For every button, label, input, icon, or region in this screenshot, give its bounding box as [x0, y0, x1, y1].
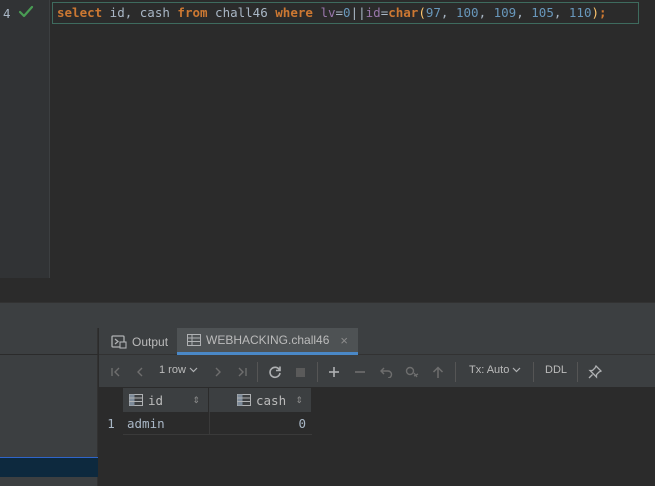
row-number[interactable]: 1: [99, 412, 123, 435]
sort-icon[interactable]: ⇕: [295, 395, 303, 406]
tab-output[interactable]: Output: [111, 328, 168, 355]
pin-icon[interactable]: [587, 363, 603, 381]
tab-output-label: Output: [132, 334, 169, 349]
code-op: ||: [350, 5, 366, 20]
cell-id[interactable]: admin: [123, 412, 209, 435]
editor-gutter: 4: [0, 0, 50, 278]
last-page-icon[interactable]: [235, 363, 249, 381]
delete-row-icon[interactable]: [353, 363, 367, 381]
column-header-id[interactable]: id ⇕: [123, 388, 209, 412]
prev-page-icon[interactable]: [133, 363, 147, 381]
results-tabs: Output WEBHACKING.chall46 ×: [99, 328, 655, 355]
results-toolbar: 1 row Tx: Auto DDL: [99, 355, 655, 388]
table-icon: [187, 334, 201, 346]
add-row-icon[interactable]: [327, 363, 341, 381]
toolbar-separator: [317, 362, 318, 382]
cell-cash[interactable]: 0: [210, 412, 312, 435]
num-literal: 0: [343, 5, 351, 20]
sql-statement[interactable]: select id, cash from chall46 where lv=0|…: [57, 5, 607, 20]
num-literal: 110: [568, 5, 592, 20]
submit-icon[interactable]: [431, 363, 445, 381]
tab-table-result[interactable]: WEBHACKING.chall46 ×: [177, 328, 358, 355]
num-literal: 109: [493, 5, 517, 20]
editor-bottom-strip: [0, 278, 655, 302]
revert-icon[interactable]: [379, 363, 393, 381]
ddl-button[interactable]: DDL: [545, 364, 567, 376]
toolbar-separator: [455, 362, 456, 382]
kw-from: from: [177, 5, 208, 20]
services-selected-item[interactable]: [0, 457, 98, 477]
code-text: ,: [553, 5, 569, 20]
stop-icon[interactable]: [293, 363, 307, 381]
column-header-label: cash: [256, 392, 287, 408]
line-number: 4: [3, 6, 11, 21]
ddl-label: DDL: [545, 364, 568, 376]
code-text: id, cash: [102, 5, 178, 20]
toolbar-separator: [257, 362, 258, 382]
services-header-separator: [0, 354, 98, 355]
rows-selector[interactable]: 1 row: [159, 364, 198, 376]
services-panel: [0, 328, 98, 486]
paren-open: (: [418, 5, 426, 20]
code-text: ,: [440, 5, 456, 20]
chevron-down-icon: [512, 367, 521, 373]
first-page-icon[interactable]: [109, 363, 123, 381]
semicolon: ;: [599, 5, 607, 20]
code-text: ,: [478, 5, 494, 20]
sql-editor[interactable]: 4 select id, cash from chall46 where lv=…: [0, 0, 655, 278]
current-line[interactable]: select id, cash from chall46 where lv=0|…: [52, 2, 639, 24]
tab-table-label: WEBHACKING.chall46: [206, 333, 330, 347]
rows-label: 1 row: [159, 364, 186, 376]
code-text: ,: [516, 5, 532, 20]
panel-divider[interactable]: [0, 302, 655, 328]
next-page-icon[interactable]: [211, 363, 225, 381]
kw-select: select: [57, 5, 103, 20]
num-literal: 100: [455, 5, 479, 20]
console-icon: [111, 334, 127, 349]
column-icon: [129, 394, 143, 406]
tx-mode-label: Tx: Auto: [469, 364, 510, 376]
code-text: chall46: [207, 5, 276, 20]
column-header-label: id: [148, 392, 164, 408]
tx-mode-selector[interactable]: Tx: Auto: [469, 364, 521, 376]
result-grid: id ⇕ cash ⇕ 1 admin 0: [99, 388, 655, 486]
refresh-icon[interactable]: [267, 363, 283, 381]
fn-char: char: [388, 5, 419, 20]
column-icon: [237, 394, 251, 406]
toolbar-separator: [533, 362, 534, 382]
column-header-cash[interactable]: cash ⇕: [209, 388, 312, 412]
kw-where: where: [275, 5, 313, 20]
ident-lv: lv: [320, 5, 336, 20]
close-icon[interactable]: ×: [340, 333, 348, 348]
paren-close: ): [591, 5, 600, 20]
code-op: =: [335, 5, 344, 20]
preview-changes-icon[interactable]: [405, 363, 419, 381]
chevron-down-icon: [189, 367, 198, 373]
toolbar-separator: [577, 362, 578, 382]
num-literal: 97: [425, 5, 441, 20]
ident-id: id: [365, 5, 381, 20]
checkmark-icon: [18, 5, 34, 18]
sort-icon[interactable]: ⇕: [192, 395, 200, 406]
num-literal: 105: [531, 5, 554, 20]
